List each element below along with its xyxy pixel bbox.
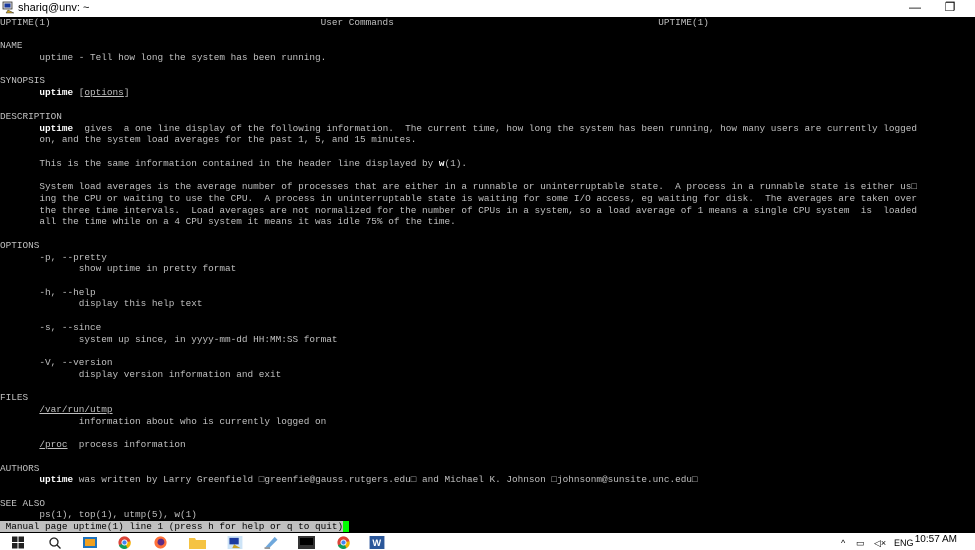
tray-chevron-icon[interactable]: ^: [841, 538, 845, 548]
text-segment: AUTHORS: [0, 463, 40, 474]
window-titlebar[interactable]: shariq@unv: ~ — ❐: [0, 0, 975, 17]
text-segment: System load averages is the average numb…: [0, 181, 918, 192]
underlined-text: /var/run/utmp: [39, 404, 113, 415]
notepad-icon[interactable]: [263, 536, 279, 549]
text-segment: [0, 404, 39, 415]
description-line: This is the same information contained i…: [0, 158, 467, 169]
text-segment: the three time intervals. Load averages …: [0, 205, 918, 216]
text-segment: [0, 87, 39, 98]
text-segment: FILES: [0, 392, 29, 403]
name-text: uptime - Tell how long the system has be…: [0, 52, 326, 63]
window-title: shariq@unv: ~: [18, 2, 90, 14]
option-since-desc: system up since, in yyyy-mm-dd HH:MM:SS …: [0, 334, 338, 345]
synopsis-text: uptime [options]: [0, 87, 129, 98]
pager-status-line: Manual page uptime(1) line 1 (press h fo…: [0, 521, 349, 532]
description-line: ing the CPU or waiting to use the CPU. A…: [0, 193, 917, 204]
terminal-screen[interactable]: UPTIME(1) User Commands UPTIME(1) NAME u…: [0, 17, 975, 533]
text-segment: -p, --pretty: [0, 252, 107, 263]
file-proc: /proc process information: [0, 439, 186, 450]
text-segment: -V, --version: [0, 357, 113, 368]
windows-start-icon[interactable]: [12, 536, 24, 549]
text-segment: ing the CPU or waiting to use the CPU. A…: [0, 193, 918, 204]
section-heading-description: DESCRIPTION: [0, 111, 62, 122]
option-help: -h, --help: [0, 287, 96, 298]
text-segment: ps(1), top(1), utmp(5), w(1): [0, 509, 197, 520]
man-header: UPTIME(1) User Commands UPTIME(1): [0, 17, 709, 28]
putty-icon[interactable]: [227, 536, 243, 549]
text-segment: [: [73, 87, 85, 98]
option-version: -V, --version: [0, 357, 113, 368]
underlined-text: /proc: [39, 439, 68, 450]
text-segment: [0, 439, 39, 450]
text-segment: -h, --help: [0, 287, 96, 298]
section-heading-see-also: SEE ALSO: [0, 498, 45, 509]
text-segment: gives a one line display of the followin…: [73, 123, 918, 134]
file-utmp: /var/run/utmp: [0, 404, 113, 415]
terminal-cursor: _: [343, 521, 349, 532]
option-version-desc: display version information and exit: [0, 369, 282, 380]
text-segment: all the time while on a 4 CPU system it …: [0, 216, 456, 227]
section-heading-synopsis: SYNOPSIS: [0, 75, 45, 86]
option-pretty: -p, --pretty: [0, 252, 107, 263]
bold-text: uptime: [39, 87, 74, 98]
network-icon[interactable]: ▭: [856, 538, 865, 549]
text-segment: SYNOPSIS: [0, 75, 46, 86]
file-explorer-icon[interactable]: [189, 536, 206, 549]
text-segment: ]: [123, 87, 130, 98]
see-also-text: ps(1), top(1), utmp(5), w(1): [0, 509, 197, 520]
text-segment: on, and the system load averages for the…: [0, 134, 417, 145]
text-segment: show uptime in pretty format: [0, 263, 237, 274]
taskbar: W ^ ▭ ◁× ENG 10:57 AM: [0, 533, 975, 550]
text-segment: information about who is currently logge…: [0, 416, 327, 427]
text-segment: [0, 474, 39, 485]
minimize-button[interactable]: —: [898, 0, 932, 17]
text-segment: -s, --since: [0, 322, 102, 333]
authors-text: uptime was written by Larry Greenfield □…: [0, 474, 698, 485]
terminal-icon[interactable]: [298, 536, 315, 549]
bold-text: uptime: [39, 123, 74, 134]
description-line: all the time while on a 4 CPU system it …: [0, 216, 456, 227]
text-segment: was written by Larry Greenfield □greenfi…: [73, 474, 698, 485]
svg-text:W: W: [372, 538, 381, 548]
section-heading-authors: AUTHORS: [0, 463, 39, 474]
file-utmp-desc: information about who is currently logge…: [0, 416, 327, 427]
description-line: uptime gives a one line display of the f…: [0, 123, 917, 134]
firefox-icon[interactable]: [153, 536, 168, 549]
text-segment: DESCRIPTION: [0, 111, 62, 122]
text-segment: [0, 123, 39, 134]
taskbar-clock[interactable]: 10:57 AM: [915, 534, 957, 545]
putty-icon: [2, 1, 15, 14]
task-view-icon[interactable]: [82, 536, 98, 549]
option-since: -s, --since: [0, 322, 101, 333]
text-segment: process information: [67, 439, 186, 450]
section-heading-options: OPTIONS: [0, 240, 39, 251]
text-segment: SEE ALSO: [0, 498, 46, 509]
option-pretty-desc: show uptime in pretty format: [0, 263, 237, 274]
text-segment: display this help text: [0, 298, 203, 309]
text-segment: UPTIME(1) User Commands UPTIME(1): [0, 17, 709, 28]
word-icon[interactable]: W: [369, 536, 385, 549]
description-line: on, and the system load averages for the…: [0, 134, 416, 145]
search-icon[interactable]: [48, 536, 61, 549]
text-segment: (1).: [444, 158, 467, 169]
volume-icon[interactable]: ◁×: [874, 538, 886, 549]
text-segment: NAME: [0, 40, 23, 51]
chrome-icon[interactable]: [336, 536, 351, 549]
language-indicator[interactable]: ENG: [894, 538, 914, 548]
text-segment: This is the same information contained i…: [0, 158, 439, 169]
text-segment: uptime - Tell how long the system has be…: [0, 52, 327, 63]
restore-button[interactable]: ❐: [933, 0, 967, 17]
section-heading-name: NAME: [0, 40, 23, 51]
bold-text: uptime: [39, 474, 74, 485]
description-line: the three time intervals. Load averages …: [0, 205, 917, 216]
pager-status: Manual page uptime(1) line 1 (press h fo…: [0, 521, 344, 532]
text-segment: OPTIONS: [0, 240, 40, 251]
section-heading-files: FILES: [0, 392, 28, 403]
underlined-text: options: [84, 87, 124, 98]
text-segment: system up since, in yyyy-mm-dd HH:MM:SS …: [0, 334, 338, 345]
chrome-icon[interactable]: [117, 536, 132, 549]
option-help-desc: display this help text: [0, 298, 203, 309]
text-segment: display version information and exit: [0, 369, 282, 380]
description-line: System load averages is the average numb…: [0, 181, 917, 192]
